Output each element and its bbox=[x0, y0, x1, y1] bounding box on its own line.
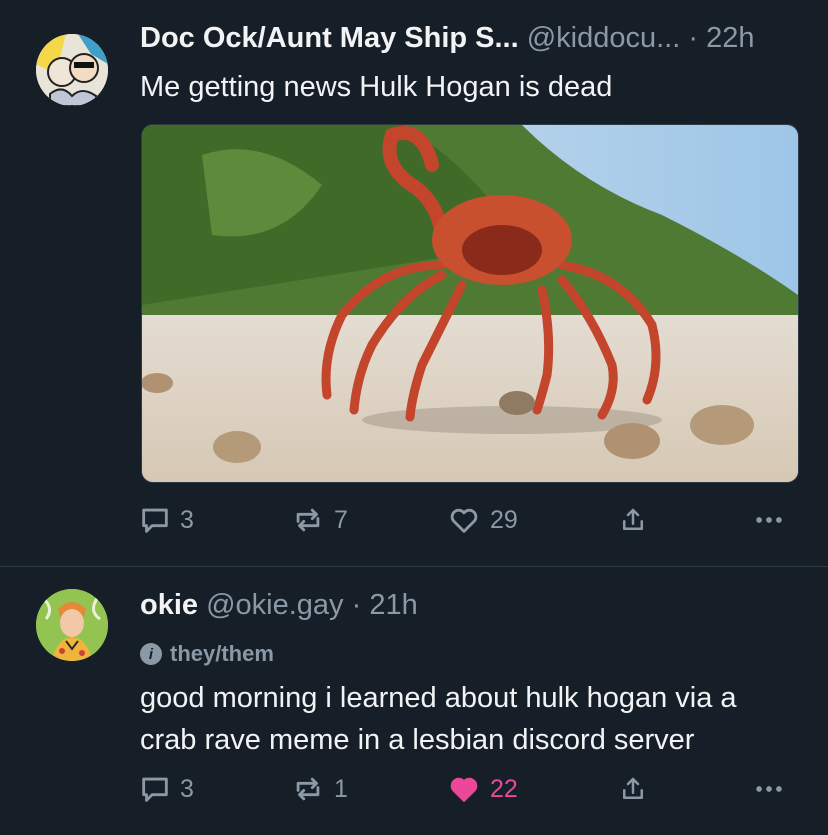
repost-icon bbox=[296, 508, 320, 532]
repost-count: 7 bbox=[334, 505, 348, 534]
post-text-line: good morning i learned about hulk hogan … bbox=[140, 682, 737, 714]
repost-icon bbox=[296, 777, 320, 801]
separator: · bbox=[688, 22, 699, 54]
share-icon bbox=[623, 508, 643, 530]
repost-button[interactable]: 1 bbox=[290, 769, 348, 809]
more-icon bbox=[756, 517, 782, 523]
pronouns-label: i they/them bbox=[140, 641, 274, 667]
heart-icon bbox=[450, 508, 478, 533]
like-count: 22 bbox=[490, 774, 518, 803]
heart-filled-icon bbox=[450, 777, 478, 802]
post-text: good morning i learned about hulk hogan … bbox=[140, 677, 737, 761]
media-image bbox=[142, 125, 798, 482]
separator: · bbox=[351, 589, 362, 621]
avatar[interactable] bbox=[36, 34, 108, 106]
more-icon bbox=[756, 786, 782, 792]
more-options-button[interactable] bbox=[752, 500, 786, 540]
pronouns-text: they/them bbox=[170, 641, 274, 666]
post-header: okie @okie.gay · 21h bbox=[140, 589, 418, 622]
share-button[interactable] bbox=[618, 769, 648, 809]
more-options-button[interactable] bbox=[752, 769, 786, 809]
post-media[interactable] bbox=[141, 124, 799, 483]
post[interactable]: okie @okie.gay · 21h i they/them good mo… bbox=[0, 567, 828, 835]
post-header: Doc Ock/Aunt May Ship S... @kiddocu... ·… bbox=[140, 22, 755, 55]
post-actions: 3 1 22 bbox=[138, 769, 798, 809]
author-name[interactable]: okie bbox=[140, 589, 198, 621]
reply-button[interactable]: 3 bbox=[138, 500, 194, 540]
reply-button[interactable]: 3 bbox=[138, 769, 194, 809]
share-icon bbox=[623, 777, 643, 799]
timestamp[interactable]: 21h bbox=[369, 589, 417, 621]
repost-count: 1 bbox=[334, 774, 348, 803]
author-name[interactable]: Doc Ock/Aunt May Ship S... bbox=[140, 22, 519, 54]
post-actions: 3 7 29 bbox=[138, 500, 798, 540]
avatar[interactable] bbox=[36, 589, 108, 661]
author-handle[interactable]: @okie.gay bbox=[206, 589, 343, 621]
author-handle[interactable]: @kiddocu... bbox=[527, 22, 681, 54]
like-count: 29 bbox=[490, 505, 518, 534]
post-text-line: crab rave meme in a lesbian discord serv… bbox=[140, 724, 695, 756]
post-text: Me getting news Hulk Hogan is dead bbox=[140, 71, 613, 103]
share-button[interactable] bbox=[618, 500, 648, 540]
reply-count: 3 bbox=[180, 505, 194, 534]
like-button[interactable]: 22 bbox=[446, 769, 518, 809]
reply-icon bbox=[142, 508, 168, 533]
info-icon: i bbox=[140, 643, 162, 665]
repost-button[interactable]: 7 bbox=[290, 500, 348, 540]
reply-icon bbox=[142, 777, 168, 802]
reply-count: 3 bbox=[180, 774, 194, 803]
like-button[interactable]: 29 bbox=[446, 500, 518, 540]
timestamp[interactable]: 22h bbox=[706, 22, 754, 54]
post[interactable]: Doc Ock/Aunt May Ship S... @kiddocu... ·… bbox=[0, 0, 828, 567]
